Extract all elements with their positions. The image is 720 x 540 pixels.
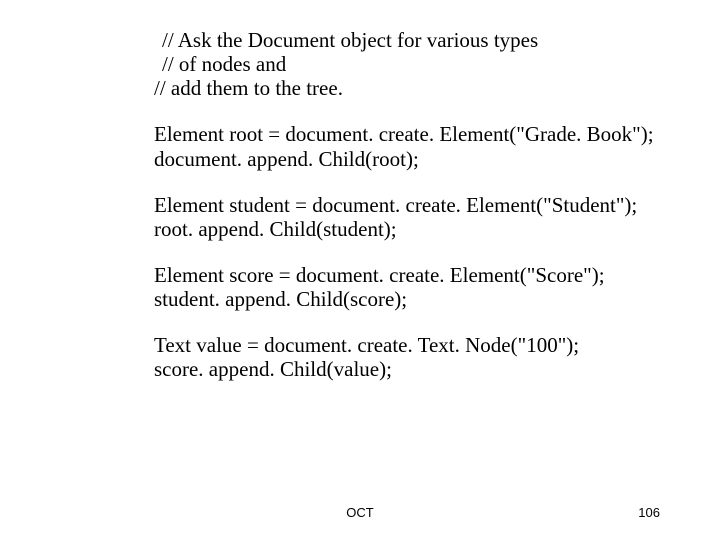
comment-line-1: // Ask the Document object for various t… [154, 28, 694, 52]
footer-center: OCT [0, 505, 720, 520]
code-line: Element root = document. create. Element… [154, 122, 694, 146]
slide-body: // Ask the Document object for various t… [154, 28, 694, 404]
code-block-score: Element score = document. create. Elemen… [154, 263, 694, 311]
code-line: Element score = document. create. Elemen… [154, 263, 694, 287]
code-block-student: Element student = document. create. Elem… [154, 193, 694, 241]
code-line: Text value = document. create. Text. Nod… [154, 333, 694, 357]
code-block-value: Text value = document. create. Text. Nod… [154, 333, 694, 381]
code-block-root: Element root = document. create. Element… [154, 122, 694, 170]
code-line: root. append. Child(student); [154, 217, 694, 241]
comment-block: // Ask the Document object for various t… [154, 28, 694, 100]
comment-line-2: // of nodes and [154, 52, 694, 76]
code-line: document. append. Child(root); [154, 147, 694, 171]
code-line: Element student = document. create. Elem… [154, 193, 694, 217]
comment-line-3: // add them to the tree. [154, 76, 694, 100]
code-line: score. append. Child(value); [154, 357, 694, 381]
code-line: student. append. Child(score); [154, 287, 694, 311]
slide: // Ask the Document object for various t… [0, 0, 720, 540]
page-number: 106 [638, 505, 660, 520]
